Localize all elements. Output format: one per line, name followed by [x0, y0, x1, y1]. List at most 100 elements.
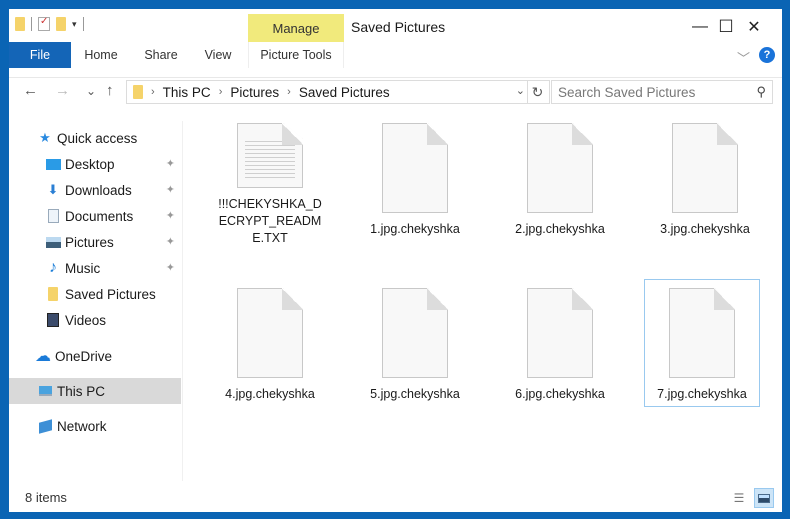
star-icon: ★ [39, 130, 51, 145]
sidebar-item-videos[interactable]: Videos [9, 307, 181, 333]
file-item[interactable]: 1.jpg.chekyshka [357, 119, 473, 247]
sidebar-item-label: Network [57, 418, 107, 434]
large-icons-view-button[interactable] [754, 488, 774, 508]
download-icon: ⬇ [47, 182, 59, 197]
sidebar-item-network[interactable]: Network [9, 413, 181, 439]
sidebar-item-this-pc[interactable]: This PC [9, 378, 181, 404]
generic-file-icon [237, 288, 303, 378]
tab-share[interactable]: Share [135, 42, 187, 68]
sidebar-item-label: Desktop [65, 156, 115, 172]
pin-icon[interactable]: ✦ [166, 235, 175, 248]
file-item[interactable]: 3.jpg.chekyshka [647, 119, 763, 247]
breadcrumb-separator: › [287, 86, 291, 98]
sidebar-item-label: Music [65, 260, 101, 276]
pin-icon[interactable]: ✦ [166, 209, 175, 222]
file-name: !!!CHEKYSHKA_DECRYPT_README.TXT [218, 197, 322, 245]
sidebar-item-label: Documents [65, 208, 134, 224]
file-item[interactable]: !!!CHEKYSHKA_DECRYPT_README.TXT [212, 119, 328, 247]
pictures-icon [45, 235, 61, 249]
forward-button[interactable]: → [55, 82, 70, 99]
breadcrumb-pictures[interactable]: Pictures [230, 85, 279, 100]
details-view-icon: ☰ [733, 491, 745, 505]
file-name: 6.jpg.chekyshka [515, 387, 605, 401]
folder-icon [45, 287, 61, 301]
sidebar-item-onedrive[interactable]: ☁ OneDrive [9, 343, 181, 369]
ribbon: File Home Share View Picture Tools ﹀ ? [9, 42, 782, 78]
sidebar-item-saved-pictures[interactable]: Saved Pictures [9, 281, 181, 307]
sidebar-item-label: Saved Pictures [65, 286, 156, 302]
generic-file-icon [382, 123, 448, 213]
sidebar-item-music[interactable]: ♪ Music ✦ [9, 255, 181, 281]
title-bar: ▾ Manage Saved Pictures — ☐ ✕ [9, 9, 782, 42]
collapse-ribbon-icon[interactable]: ﹀ [737, 48, 750, 67]
details-view-button[interactable]: ☰ [729, 488, 749, 508]
search-icon[interactable]: ⚲ [756, 84, 766, 100]
breadcrumb-separator: › [151, 86, 155, 98]
file-name: 3.jpg.chekyshka [660, 222, 750, 236]
window-title: Saved Pictures [351, 19, 446, 35]
address-bar[interactable]: › This PC › Pictures › Saved Pictures ⌄ … [126, 80, 550, 104]
breadcrumb-saved-pictures[interactable]: Saved Pictures [299, 85, 390, 100]
customize-toolbar-dropdown[interactable]: ▾ [72, 19, 77, 30]
sidebar-item-label: Quick access [57, 130, 138, 146]
breadcrumb-separator: › [218, 86, 223, 98]
music-icon: ♪ [49, 259, 57, 276]
file-item[interactable]: 2.jpg.chekyshka [502, 119, 618, 247]
back-button[interactable]: ← [23, 82, 38, 99]
recent-locations-button[interactable]: ⌄ [86, 84, 96, 98]
tab-picture-tools[interactable]: Picture Tools [248, 42, 344, 68]
toolbar-divider [82, 17, 84, 31]
onedrive-icon: ☁ [35, 348, 51, 365]
file-list: !!!CHEKYSHKA_DECRYPT_README.TXT 1.jpg.ch… [184, 113, 782, 483]
generic-file-icon [669, 288, 735, 378]
file-item[interactable]: 7.jpg.chekyshka [644, 279, 760, 407]
search-box[interactable]: ⚲ [551, 80, 773, 104]
search-input[interactable] [558, 84, 748, 100]
sidebar-item-label: OneDrive [55, 348, 113, 364]
text-file-icon [237, 123, 303, 188]
help-icon[interactable]: ? [759, 47, 775, 63]
quick-access-toolbar: ▾ [15, 16, 84, 31]
file-name: 1.jpg.chekyshka [370, 222, 460, 236]
refresh-button[interactable]: ↻ [527, 81, 547, 103]
address-dropdown[interactable]: ⌄ [516, 84, 525, 97]
folder-icon[interactable] [15, 17, 25, 31]
folder-icon [133, 85, 143, 99]
file-name: 4.jpg.chekyshka [225, 387, 315, 401]
sidebar-item-quick-access[interactable]: ★ Quick access [9, 125, 181, 151]
network-icon [37, 418, 53, 434]
sidebar-item-label: Downloads [65, 182, 132, 198]
pin-icon[interactable]: ✦ [166, 157, 175, 170]
desktop-icon [45, 157, 61, 171]
sidebar-item-downloads[interactable]: ⬇ Downloads ✦ [9, 177, 181, 203]
generic-file-icon [672, 123, 738, 213]
generic-file-icon [382, 288, 448, 378]
new-folder-icon[interactable] [56, 17, 66, 31]
documents-icon [45, 209, 61, 223]
pin-icon[interactable]: ✦ [166, 261, 175, 274]
file-name: 2.jpg.chekyshka [515, 222, 605, 236]
breadcrumb-this-pc[interactable]: This PC [163, 85, 211, 100]
pin-icon[interactable]: ✦ [166, 183, 175, 196]
tab-home[interactable]: Home [75, 42, 127, 68]
sidebar-item-documents[interactable]: Documents ✦ [9, 203, 181, 229]
close-button[interactable]: ✕ [731, 15, 777, 39]
file-item[interactable]: 5.jpg.chekyshka [357, 284, 473, 412]
tab-file[interactable]: File [9, 42, 71, 68]
navigation-pane: ★ Quick access Desktop ✦ ⬇ Downloads ✦ D… [9, 121, 183, 481]
sidebar-item-pictures[interactable]: Pictures ✦ [9, 229, 181, 255]
up-button[interactable]: ↑ [106, 82, 114, 99]
maximize-button[interactable]: ☐ [681, 15, 733, 39]
tab-view[interactable]: View [195, 42, 241, 68]
generic-file-icon [527, 288, 593, 378]
properties-icon[interactable] [38, 16, 50, 31]
sidebar-item-desktop[interactable]: Desktop ✦ [9, 151, 181, 177]
sidebar-item-label: This PC [57, 383, 106, 399]
toolbar-divider [31, 17, 32, 31]
file-name: 5.jpg.chekyshka [370, 387, 460, 401]
item-count: 8 items [25, 490, 67, 505]
manage-contextual-tab[interactable]: Manage [248, 14, 344, 42]
sidebar-item-label: Videos [65, 312, 107, 328]
file-item[interactable]: 4.jpg.chekyshka [212, 284, 328, 412]
file-item[interactable]: 6.jpg.chekyshka [502, 284, 618, 412]
